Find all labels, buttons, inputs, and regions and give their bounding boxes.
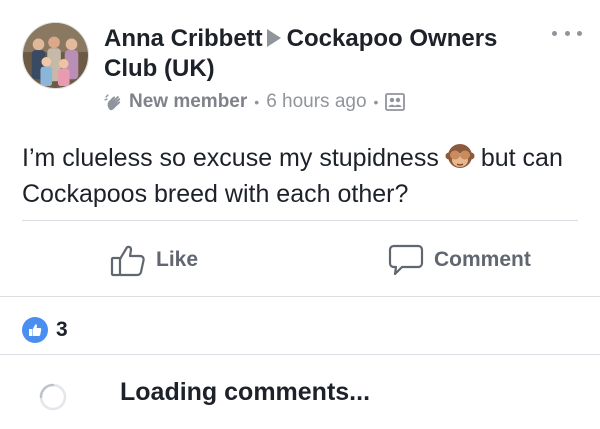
more-dot-icon: [552, 30, 557, 36]
comment-label: Comment: [434, 248, 531, 271]
see-no-evil-monkey-icon: [445, 144, 475, 168]
post-timestamp[interactable]: 6 hours ago: [266, 91, 366, 113]
loading-comments-text: Loading comments...: [120, 378, 371, 406]
meta-separator: •: [373, 94, 379, 110]
reaction-count: 3: [56, 318, 68, 341]
like-label: Like: [156, 248, 199, 271]
loading-spinner-icon: [39, 383, 67, 411]
post-text-part-1: I’m clueless so excuse my stupidness: [22, 144, 439, 172]
reaction-summary[interactable]: 3: [22, 316, 68, 344]
like-button[interactable]: Like: [110, 242, 198, 278]
post-meta: New member • 6 hours ago •: [104, 90, 406, 114]
author-name[interactable]: Anna Cribbett: [104, 25, 263, 52]
author-avatar[interactable]: [22, 22, 89, 89]
waving-hand-icon: [104, 94, 121, 111]
comment-bubble-icon: [388, 244, 424, 276]
post-actions-bar: Like Comment: [0, 220, 600, 296]
comment-button[interactable]: Comment: [388, 242, 531, 278]
avatar-photo: [23, 23, 88, 88]
new-member-badge: New member: [129, 91, 248, 112]
divider: [0, 296, 600, 297]
thumbs-up-icon: [110, 245, 145, 277]
group-icon: [385, 93, 406, 111]
like-reaction-icon: [22, 317, 48, 343]
more-options-button[interactable]: [552, 24, 582, 42]
comments-loading: Loading comments...: [0, 356, 600, 429]
meta-separator: •: [254, 94, 260, 110]
shared-to-arrow-icon: [266, 29, 281, 47]
post-header: Anna Cribbett Cockapoo Owners Club (UK) N…: [0, 0, 600, 120]
post-author-line: Anna Cribbett Cockapoo Owners Club (UK): [104, 24, 524, 84]
divider: [0, 354, 600, 355]
more-dot-icon: [577, 30, 582, 36]
more-dot-icon: [564, 30, 570, 36]
post-body: I’m clueless so excuse my stupidness but…: [22, 140, 582, 212]
